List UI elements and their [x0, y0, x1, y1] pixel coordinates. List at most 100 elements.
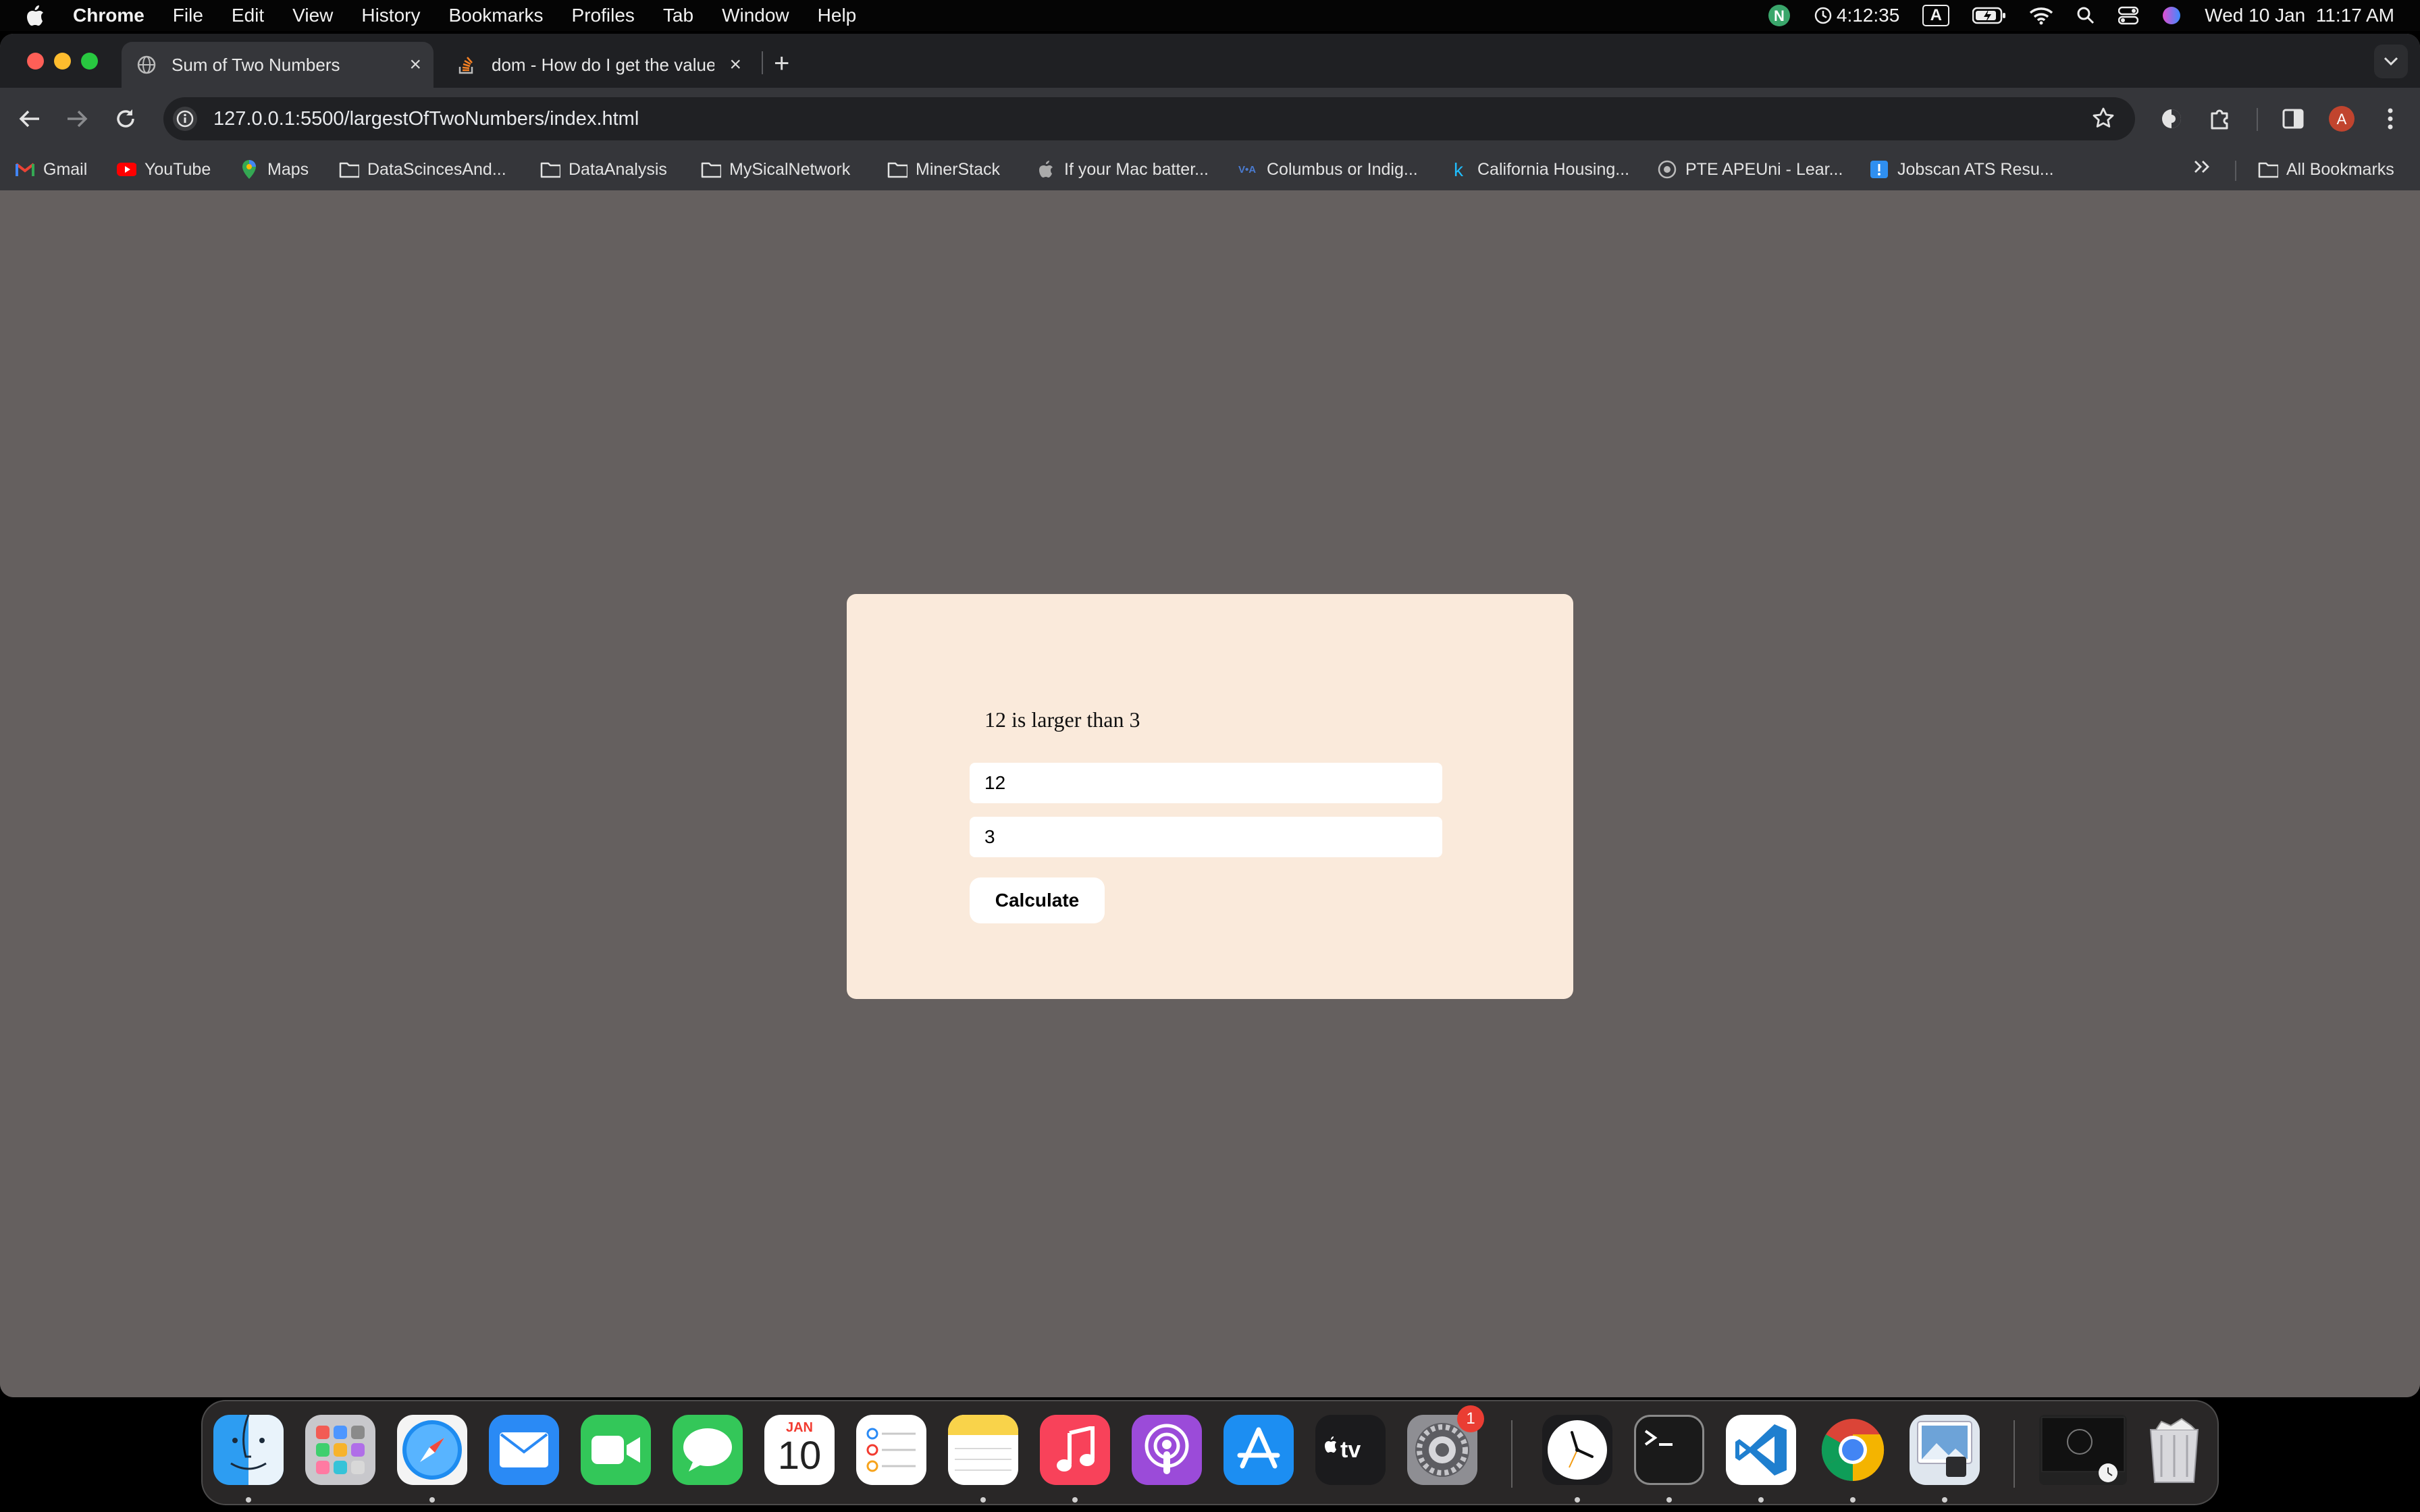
bookmark-mac-battery[interactable]: If your Mac batter... — [1036, 159, 1209, 180]
menu-window[interactable]: Window — [722, 5, 789, 26]
close-tab-icon[interactable]: × — [729, 53, 741, 76]
dock-safari[interactable] — [397, 1415, 467, 1485]
mail-icon — [500, 1432, 548, 1467]
maximize-window-button[interactable] — [81, 53, 98, 70]
podcasts-icon — [1145, 1424, 1189, 1474]
dock-messages[interactable] — [673, 1415, 743, 1485]
bookmark-folder-mysicalnetwork[interactable]: MySicalNetwork — [701, 159, 850, 180]
menu-help[interactable]: Help — [818, 5, 857, 26]
reload-button[interactable] — [111, 104, 140, 134]
bookmark-folder-minerstack[interactable]: MinerStack — [887, 159, 1000, 180]
bookmark-columbus[interactable]: V•A Columbus or Indig... — [1238, 159, 1418, 180]
first-number-input[interactable] — [970, 763, 1442, 803]
second-number-input[interactable] — [970, 817, 1442, 857]
siri-icon[interactable] — [2161, 5, 2182, 26]
bookmark-maps[interactable]: Maps — [239, 159, 309, 180]
spotlight-icon[interactable] — [2076, 6, 2095, 25]
dock: JAN 10 tv 1 — [201, 1400, 2219, 1505]
running-indicator — [1758, 1497, 1764, 1503]
tab-search-button[interactable] — [2374, 45, 2408, 78]
dock-notes[interactable] — [948, 1415, 1018, 1485]
more-bookmarks-button[interactable] — [2193, 159, 2211, 174]
close-window-button[interactable] — [27, 53, 44, 70]
back-button[interactable] — [15, 104, 45, 134]
timer-status[interactable]: 4:12:35 — [1814, 5, 1899, 26]
dock-facetime[interactable] — [581, 1415, 651, 1485]
input-source-icon[interactable]: A — [1922, 5, 1950, 26]
dock-mail[interactable] — [489, 1415, 559, 1485]
dock-screensaver[interactable] — [2039, 1415, 2127, 1485]
dock-system-settings[interactable]: 1 — [1407, 1405, 1484, 1485]
notification-badge: 1 — [1457, 1405, 1484, 1432]
dock-separator — [2014, 1420, 2015, 1488]
clock-datetime[interactable]: Wed 10 Jan 11:17 AM — [2205, 5, 2394, 26]
dock-finder[interactable] — [213, 1415, 284, 1485]
menu-edit[interactable]: Edit — [232, 5, 264, 26]
menu-profiles[interactable]: Profiles — [572, 5, 635, 26]
dock-calendar[interactable]: JAN 10 — [764, 1415, 835, 1485]
menu-bookmarks[interactable]: Bookmarks — [448, 5, 543, 26]
menu-tab[interactable]: Tab — [663, 5, 693, 26]
battery-icon[interactable] — [1972, 7, 2006, 24]
clock-icon — [1548, 1420, 1607, 1480]
messages-icon — [683, 1428, 732, 1472]
forward-button[interactable] — [62, 104, 92, 134]
dock-launchpad[interactable] — [305, 1415, 375, 1485]
url-text: 127.0.0.1:5500/largestOfTwoNumbers/index… — [213, 107, 639, 130]
wifi-icon[interactable] — [2029, 6, 2053, 25]
dock-app-store[interactable] — [1224, 1415, 1294, 1485]
apple-menu-icon[interactable] — [26, 4, 46, 27]
n-app-icon[interactable]: N — [1768, 4, 1791, 27]
bookmark-label: Jobscan ATS Resu... — [1897, 159, 2054, 179]
bookmarks-divider — [2235, 161, 2236, 181]
bookmark-folder-datascinces[interactable]: DataScincesAnd... — [339, 159, 506, 180]
bookmark-pte-apeuni[interactable]: PTE APEUni - Lear... — [1657, 159, 1843, 180]
all-bookmarks-button[interactable]: All Bookmarks — [2258, 159, 2394, 180]
timer-text: 4:12:35 — [1836, 5, 1900, 26]
dock-terminal[interactable] — [1634, 1415, 1704, 1485]
running-indicator — [1575, 1497, 1580, 1503]
calculate-button[interactable]: Calculate — [970, 878, 1105, 923]
minimize-window-button[interactable] — [54, 53, 71, 70]
extension-icon[interactable] — [2155, 103, 2188, 135]
terminal-icon — [1644, 1430, 1673, 1446]
menu-app-name[interactable]: Chrome — [73, 5, 144, 26]
bookmark-gmail[interactable]: Gmail — [15, 159, 87, 180]
bookmark-star-icon[interactable] — [2092, 107, 2115, 133]
close-tab-icon[interactable]: × — [409, 53, 421, 76]
new-tab-button[interactable]: + — [774, 47, 789, 80]
tab-sum-of-two-numbers[interactable]: Sum of Two Numbers × — [122, 42, 433, 88]
bookmark-california-housing[interactable]: k California Housing... — [1449, 159, 1629, 180]
preview-icon — [1917, 1421, 1972, 1477]
menu-file[interactable]: File — [173, 5, 203, 26]
bookmark-jobscan[interactable]: Jobscan ATS Resu... — [1869, 159, 2054, 180]
menu-view[interactable]: View — [292, 5, 333, 26]
menu-history[interactable]: History — [361, 5, 420, 26]
dock-clock[interactable] — [1542, 1415, 1612, 1485]
dock-preview[interactable] — [1910, 1415, 1980, 1485]
dock-podcasts[interactable] — [1132, 1415, 1202, 1485]
site-info-icon[interactable] — [173, 107, 197, 131]
reminders-icon — [866, 1428, 916, 1472]
tab-title: dom - How do I get the value — [492, 54, 714, 75]
bookmark-youtube[interactable]: YouTube — [116, 159, 211, 180]
control-center-icon[interactable] — [2118, 6, 2139, 25]
svg-text:k: k — [1454, 159, 1464, 180]
profile-avatar[interactable]: A — [2325, 103, 2358, 135]
side-panel-icon[interactable] — [2277, 103, 2309, 135]
dock-trash[interactable] — [2139, 1415, 2209, 1485]
tab-dom-question[interactable]: dom - How do I get the value × — [443, 42, 754, 88]
extensions-puzzle-icon[interactable] — [2204, 103, 2236, 135]
chrome-menu-icon[interactable] — [2374, 103, 2406, 135]
page-viewport: 12 is larger than 3 Calculate — [0, 196, 2420, 1397]
bookmark-folder-dataanalysis[interactable]: DataAnalysis — [540, 159, 667, 180]
running-indicator — [1850, 1497, 1856, 1503]
dock-tv[interactable]: tv — [1315, 1415, 1386, 1485]
address-bar[interactable]: 127.0.0.1:5500/largestOfTwoNumbers/index… — [163, 97, 2135, 140]
dock-reminders[interactable] — [856, 1415, 926, 1485]
svg-text:V•A: V•A — [1238, 164, 1256, 176]
result-text: 12 is larger than 3 — [984, 707, 1140, 732]
dock-vscode[interactable] — [1726, 1415, 1796, 1485]
dock-music[interactable] — [1040, 1415, 1110, 1485]
dock-chrome[interactable] — [1818, 1415, 1888, 1485]
